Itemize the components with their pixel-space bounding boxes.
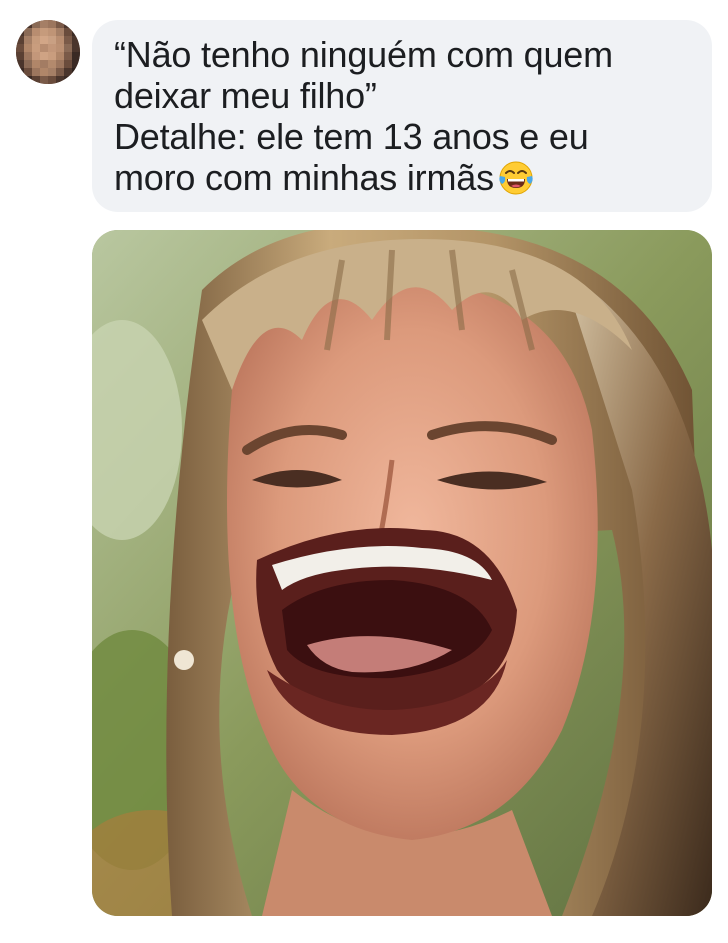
avatar[interactable] bbox=[16, 20, 80, 84]
comment-line-4-text: moro com minhas irmãs bbox=[114, 157, 494, 198]
comment-bubble: “Não tenho ninguém com quem deixar meu f… bbox=[92, 20, 712, 212]
comment-line-1: “Não tenho ninguém com quem bbox=[114, 34, 613, 75]
comment-line-3: Detalhe: ele tem 13 anos e eu bbox=[114, 116, 589, 157]
laughing-woman-photo[interactable] bbox=[92, 230, 712, 916]
face-with-tears-of-joy-icon bbox=[499, 161, 533, 195]
comment-line-2: deixar meu filho” bbox=[114, 75, 377, 116]
laughing-woman-image bbox=[92, 230, 712, 916]
comment-thread: “Não tenho ninguém com quem deixar meu f… bbox=[0, 0, 728, 943]
comment-line-4: moro com minhas irmãs bbox=[114, 157, 690, 198]
